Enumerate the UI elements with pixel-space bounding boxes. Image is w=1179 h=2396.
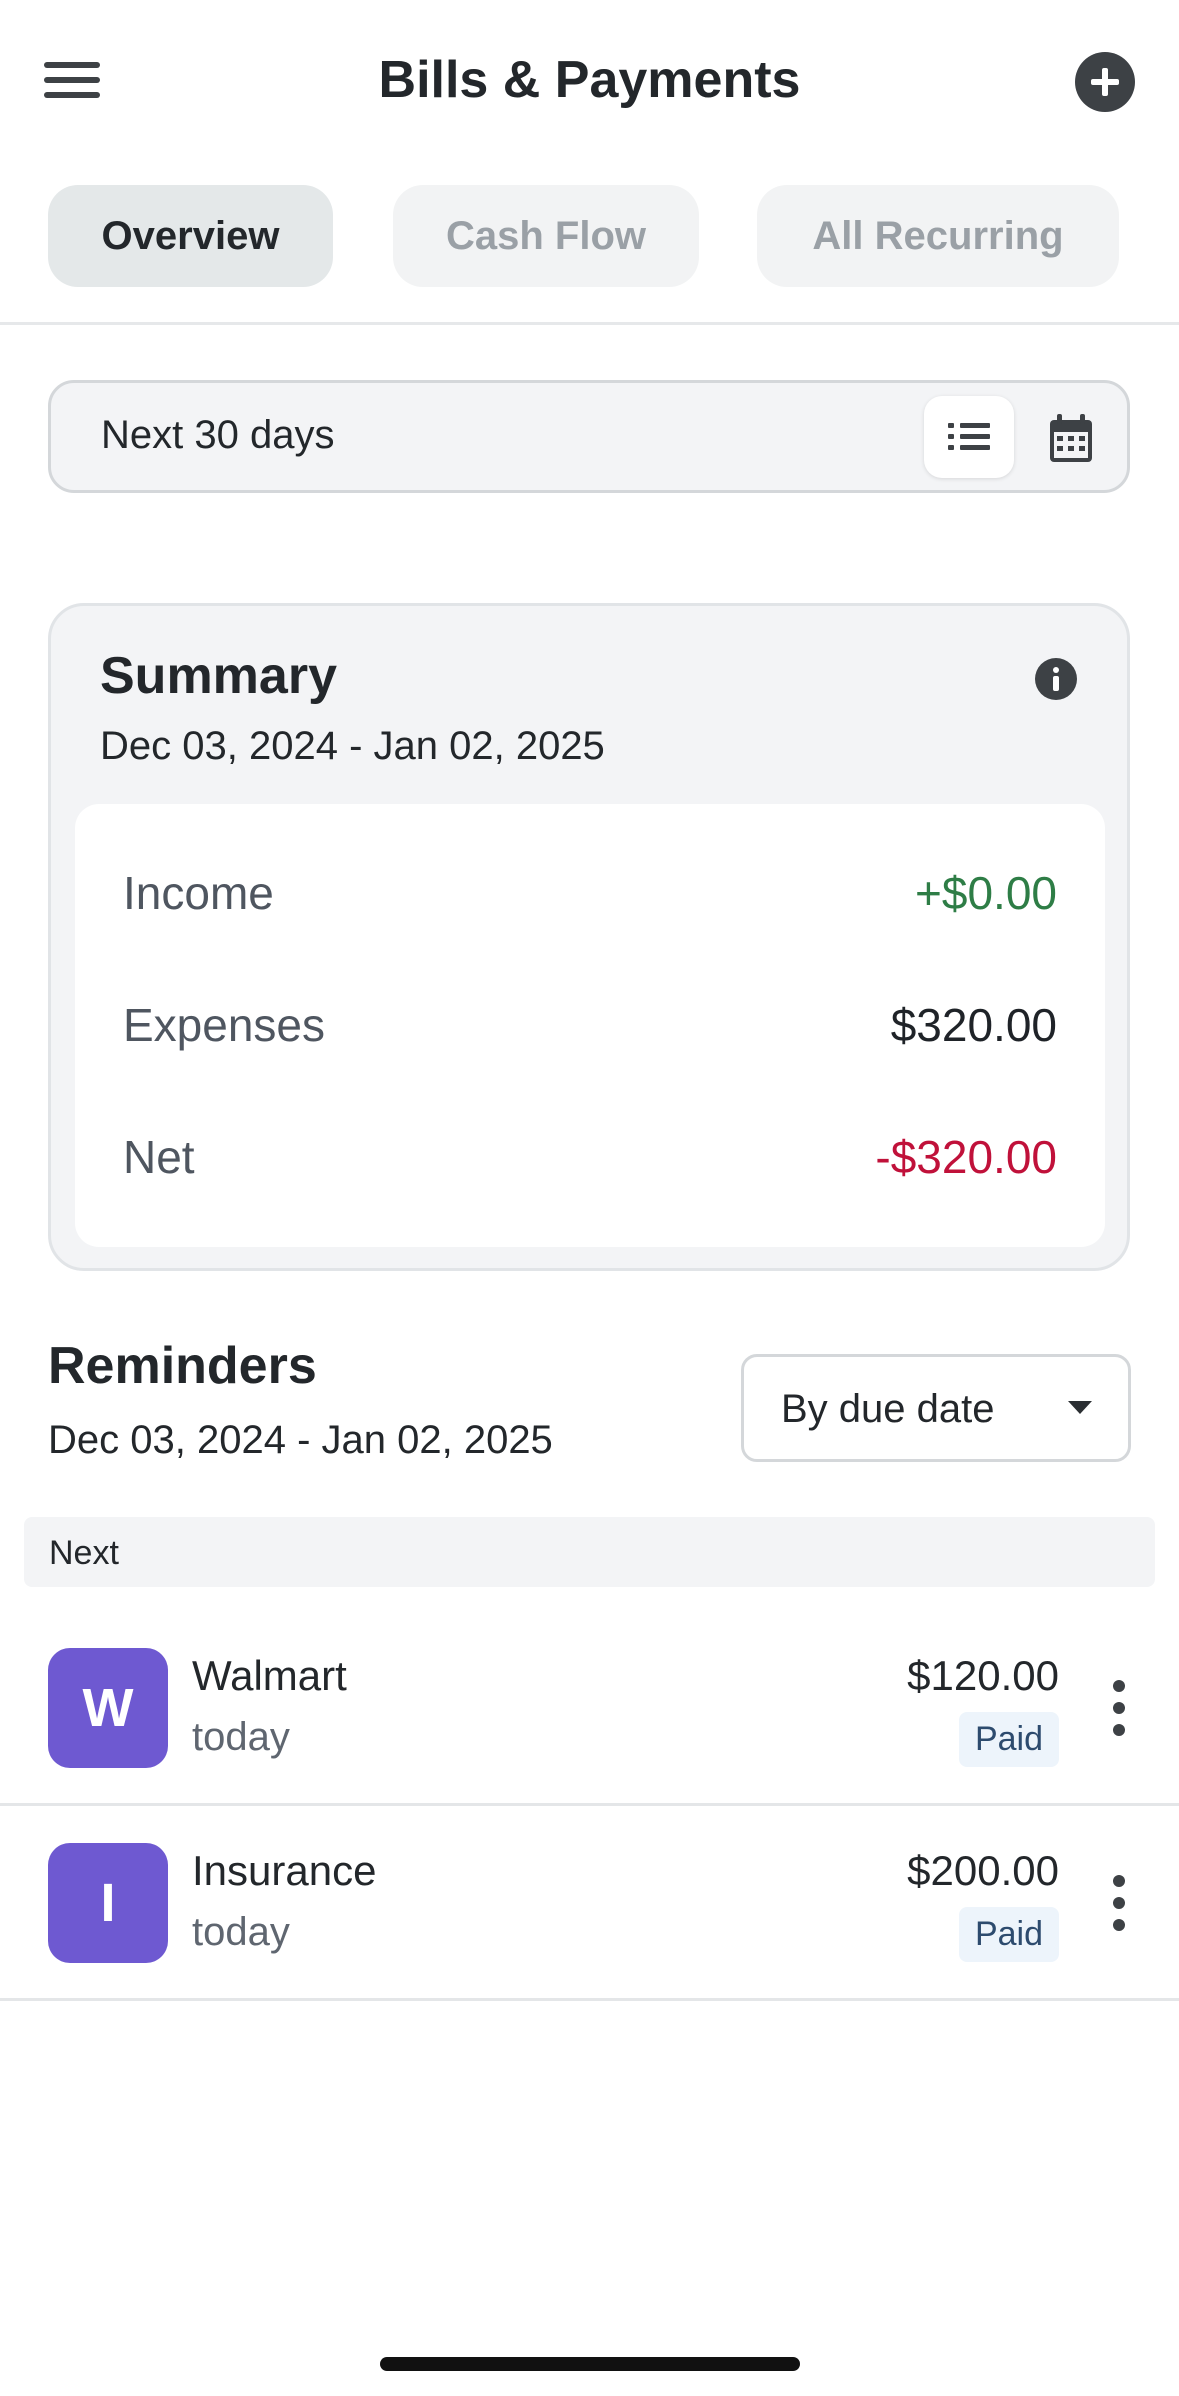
calendar-icon: [1050, 414, 1092, 462]
date-range-label: Next 30 days: [101, 413, 335, 457]
row-divider: [0, 1998, 1179, 2001]
summary-values: Income +$0.00 Expenses $320.00 Net -$320…: [75, 804, 1105, 1247]
more-options-icon[interactable]: [1102, 1678, 1136, 1738]
list-item[interactable]: W Walmart today $120.00 Paid: [0, 1648, 1179, 1842]
summary-card: Summary Dec 03, 2024 - Jan 02, 2025 Inco…: [48, 603, 1130, 1271]
info-icon[interactable]: [1035, 658, 1077, 700]
home-indicator[interactable]: [380, 2357, 800, 2371]
income-value: +$0.00: [915, 867, 1057, 919]
list-icon: [948, 423, 990, 450]
bill-due: today: [192, 1715, 290, 1759]
list-item[interactable]: I Insurance today $200.00 Paid: [0, 1843, 1179, 2037]
caret-down-icon: [1068, 1401, 1092, 1414]
sort-dropdown[interactable]: By due date: [741, 1354, 1131, 1462]
net-value: -$320.00: [875, 1131, 1057, 1183]
tab-overview[interactable]: Overview: [48, 185, 333, 287]
tab-all-recurring[interactable]: All Recurring: [757, 185, 1119, 287]
summary-row-net: Net -$320.00: [123, 1130, 1057, 1190]
summary-row-income: Income +$0.00: [123, 866, 1057, 926]
summary-title: Summary: [100, 647, 337, 705]
avatar: I: [48, 1843, 168, 1963]
bills-payments-screen: Bills & Payments Overview Cash Flow All …: [0, 0, 1179, 2396]
summary-date-range: Dec 03, 2024 - Jan 02, 2025: [100, 724, 605, 768]
summary-row-expenses: Expenses $320.00: [123, 998, 1057, 1058]
tab-divider: [0, 322, 1179, 325]
income-label: Income: [123, 867, 274, 919]
bill-amount: $200.00: [907, 1847, 1059, 1894]
page-title: Bills & Payments: [378, 51, 801, 109]
net-label: Net: [123, 1131, 195, 1183]
expenses-label: Expenses: [123, 999, 326, 1051]
tab-cash-flow[interactable]: Cash Flow: [393, 185, 699, 287]
plus-circle-icon[interactable]: [1075, 52, 1135, 112]
group-label: Next: [49, 1534, 119, 1572]
row-divider: [0, 1803, 1179, 1806]
status-badge: Paid: [958, 1712, 1059, 1767]
calendar-view-button[interactable]: [1036, 396, 1106, 478]
status-badge: Paid: [958, 1907, 1059, 1962]
avatar: W: [48, 1648, 168, 1768]
expenses-value: $320.00: [890, 999, 1057, 1051]
sort-label: By due date: [781, 1387, 995, 1431]
reminders-date-range: Dec 03, 2024 - Jan 02, 2025: [48, 1418, 553, 1462]
group-header-next: Next: [24, 1517, 1155, 1587]
date-range-selector[interactable]: Next 30 days: [48, 380, 1130, 493]
list-view-button[interactable]: [924, 396, 1014, 478]
bill-due: today: [192, 1910, 290, 1954]
app-header: Bills & Payments: [0, 0, 1179, 160]
reminders-title: Reminders: [48, 1337, 317, 1395]
more-options-icon[interactable]: [1102, 1873, 1136, 1933]
bill-name: Walmart: [192, 1652, 347, 1699]
bill-amount: $120.00: [907, 1652, 1059, 1699]
bill-name: Insurance: [192, 1847, 377, 1894]
